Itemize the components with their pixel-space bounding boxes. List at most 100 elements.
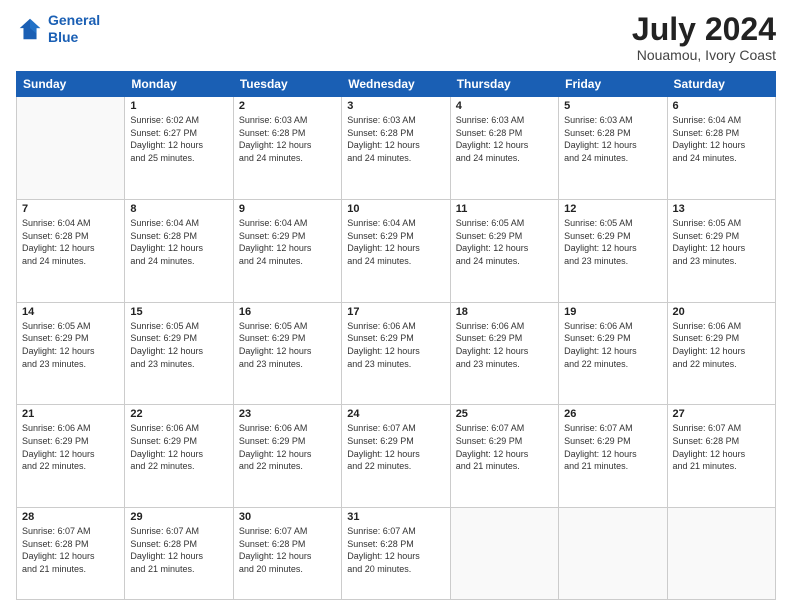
calendar-cell: 9Sunrise: 6:04 AM Sunset: 6:29 PM Daylig… — [233, 199, 341, 302]
calendar-cell: 30Sunrise: 6:07 AM Sunset: 6:28 PM Dayli… — [233, 508, 341, 600]
calendar-cell: 10 Sunrise: 6:04 AM Sunset: 6:29 PM Dayli… — [342, 199, 450, 302]
day-number: 9 — [239, 203, 336, 215]
col-header-friday: Friday — [559, 72, 667, 97]
calendar-cell: 25 Sunrise: 6:07 AM Sunset: 6:29 PM Dayli… — [450, 405, 558, 508]
day-number: 10 — [347, 203, 444, 215]
page: General Blue July 2024 Nouamou, Ivory Co… — [0, 0, 792, 612]
day-info: Sunrise: 6:06 AM Sunset: 6:29 PM Dayligh… — [130, 422, 227, 472]
day-info: Sunrise: 6:05 AM Sunset: 6:29 PM Dayligh… — [130, 320, 227, 370]
day-number: 18 — [456, 306, 553, 318]
calendar-cell — [450, 508, 558, 600]
col-header-wednesday: Wednesday — [342, 72, 450, 97]
calendar-cell: 23Sunrise: 6:06 AM Sunset: 6:29 PM Dayli… — [233, 405, 341, 508]
calendar-cell: 27 Sunrise: 6:07 AM Sunset: 6:28 PM Dayli… — [667, 405, 775, 508]
day-number: 20 — [673, 306, 770, 318]
day-number: 29 — [130, 511, 227, 523]
day-number: 24 — [347, 408, 444, 420]
day-number: 22 — [130, 408, 227, 420]
day-info: Sunrise: 6:07 AM Sunset: 6:29 PM Dayligh… — [564, 422, 661, 472]
day-number: 3 — [347, 100, 444, 112]
header-row: SundayMondayTuesdayWednesdayThursdayFrid… — [17, 72, 776, 97]
day-info: Sunrise: 6:03 AM Sunset: 6:28 PM Dayligh… — [239, 114, 336, 164]
calendar-cell: 29Sunrise: 6:07 AM Sunset: 6:28 PM Dayli… — [125, 508, 233, 600]
day-info: Sunrise: 6:03 AM Sunset: 6:28 PM Dayligh… — [456, 114, 553, 164]
day-info: Sunrise: 6:06 AM Sunset: 6:29 PM Dayligh… — [456, 320, 553, 370]
day-info: Sunrise: 6:06 AM Sunset: 6:29 PM Dayligh… — [22, 422, 119, 472]
calendar-cell: 28Sunrise: 6:07 AM Sunset: 6:28 PM Dayli… — [17, 508, 125, 600]
logo-general: General — [48, 12, 100, 28]
day-info: Sunrise: 6:05 AM Sunset: 6:29 PM Dayligh… — [456, 217, 553, 267]
day-info: Sunrise: 6:02 AM Sunset: 6:27 PM Dayligh… — [130, 114, 227, 164]
calendar-table: SundayMondayTuesdayWednesdayThursdayFrid… — [16, 71, 776, 600]
calendar-cell: 11 Sunrise: 6:05 AM Sunset: 6:29 PM Dayli… — [450, 199, 558, 302]
location: Nouamou, Ivory Coast — [632, 47, 776, 63]
day-number: 21 — [22, 408, 119, 420]
week-row-4: 21 Sunrise: 6:06 AM Sunset: 6:29 PM Dayli… — [17, 405, 776, 508]
calendar-cell: 3 Sunrise: 6:03 AM Sunset: 6:28 PM Daylig… — [342, 97, 450, 200]
logo-text: General Blue — [48, 12, 100, 46]
day-number: 14 — [22, 306, 119, 318]
day-info: Sunrise: 6:05 AM Sunset: 6:29 PM Dayligh… — [239, 320, 336, 370]
calendar-cell — [559, 508, 667, 600]
calendar-cell: 13Sunrise: 6:05 AM Sunset: 6:29 PM Dayli… — [667, 199, 775, 302]
day-number: 16 — [239, 306, 336, 318]
col-header-thursday: Thursday — [450, 72, 558, 97]
calendar-cell: 15 Sunrise: 6:05 AM Sunset: 6:29 PM Dayli… — [125, 302, 233, 405]
day-info: Sunrise: 6:06 AM Sunset: 6:29 PM Dayligh… — [673, 320, 770, 370]
day-number: 7 — [22, 203, 119, 215]
day-info: Sunrise: 6:06 AM Sunset: 6:29 PM Dayligh… — [564, 320, 661, 370]
calendar-cell — [667, 508, 775, 600]
calendar-cell: 20 Sunrise: 6:06 AM Sunset: 6:29 PM Dayli… — [667, 302, 775, 405]
day-info: Sunrise: 6:05 AM Sunset: 6:29 PM Dayligh… — [22, 320, 119, 370]
day-number: 17 — [347, 306, 444, 318]
col-header-tuesday: Tuesday — [233, 72, 341, 97]
calendar-cell: 19 Sunrise: 6:06 AM Sunset: 6:29 PM Dayli… — [559, 302, 667, 405]
calendar-cell: 24Sunrise: 6:07 AM Sunset: 6:29 PM Dayli… — [342, 405, 450, 508]
calendar-cell: 6 Sunrise: 6:04 AM Sunset: 6:28 PM Daylig… — [667, 97, 775, 200]
logo-blue: Blue — [48, 29, 78, 45]
day-info: Sunrise: 6:04 AM Sunset: 6:28 PM Dayligh… — [22, 217, 119, 267]
calendar-cell: 22 Sunrise: 6:06 AM Sunset: 6:29 PM Dayli… — [125, 405, 233, 508]
day-number: 13 — [673, 203, 770, 215]
day-info: Sunrise: 6:03 AM Sunset: 6:28 PM Dayligh… — [564, 114, 661, 164]
day-number: 28 — [22, 511, 119, 523]
day-number: 31 — [347, 511, 444, 523]
day-number: 27 — [673, 408, 770, 420]
calendar-cell: 7 Sunrise: 6:04 AM Sunset: 6:28 PM Daylig… — [17, 199, 125, 302]
day-info: Sunrise: 6:04 AM Sunset: 6:28 PM Dayligh… — [673, 114, 770, 164]
day-info: Sunrise: 6:05 AM Sunset: 6:29 PM Dayligh… — [564, 217, 661, 267]
col-header-monday: Monday — [125, 72, 233, 97]
day-number: 11 — [456, 203, 553, 215]
day-number: 19 — [564, 306, 661, 318]
col-header-saturday: Saturday — [667, 72, 775, 97]
day-number: 4 — [456, 100, 553, 112]
day-info: Sunrise: 6:03 AM Sunset: 6:28 PM Dayligh… — [347, 114, 444, 164]
day-number: 5 — [564, 100, 661, 112]
day-number: 6 — [673, 100, 770, 112]
calendar-cell: 1Sunrise: 6:02 AM Sunset: 6:27 PM Daylig… — [125, 97, 233, 200]
header: General Blue July 2024 Nouamou, Ivory Co… — [16, 12, 776, 63]
calendar-cell — [17, 97, 125, 200]
day-number: 25 — [456, 408, 553, 420]
day-info: Sunrise: 6:07 AM Sunset: 6:28 PM Dayligh… — [673, 422, 770, 472]
day-info: Sunrise: 6:06 AM Sunset: 6:29 PM Dayligh… — [347, 320, 444, 370]
calendar-cell: 14 Sunrise: 6:05 AM Sunset: 6:29 PM Dayli… — [17, 302, 125, 405]
week-row-1: 1Sunrise: 6:02 AM Sunset: 6:27 PM Daylig… — [17, 97, 776, 200]
day-number: 26 — [564, 408, 661, 420]
day-number: 2 — [239, 100, 336, 112]
week-row-5: 28 Sunrise: 6:07 AM Sunset: 6:28 PM Dayli… — [17, 508, 776, 600]
day-info: Sunrise: 6:07 AM Sunset: 6:29 PM Dayligh… — [456, 422, 553, 472]
calendar-cell: 17 Sunrise: 6:06 AM Sunset: 6:29 PM Dayli… — [342, 302, 450, 405]
day-info: Sunrise: 6:04 AM Sunset: 6:29 PM Dayligh… — [347, 217, 444, 267]
day-number: 12 — [564, 203, 661, 215]
day-number: 30 — [239, 511, 336, 523]
day-number: 15 — [130, 306, 227, 318]
day-info: Sunrise: 6:04 AM Sunset: 6:28 PM Dayligh… — [130, 217, 227, 267]
calendar-cell: 18 Sunrise: 6:06 AM Sunset: 6:29 PM Dayli… — [450, 302, 558, 405]
calendar-cell: 31 Sunrise: 6:07 AM Sunset: 6:28 PM Dayli… — [342, 508, 450, 600]
logo: General Blue — [16, 12, 100, 46]
day-info: Sunrise: 6:07 AM Sunset: 6:28 PM Dayligh… — [347, 525, 444, 575]
logo-icon — [16, 15, 44, 43]
calendar-cell: 26 Sunrise: 6:07 AM Sunset: 6:29 PM Dayli… — [559, 405, 667, 508]
calendar-cell: 12 Sunrise: 6:05 AM Sunset: 6:29 PM Dayli… — [559, 199, 667, 302]
